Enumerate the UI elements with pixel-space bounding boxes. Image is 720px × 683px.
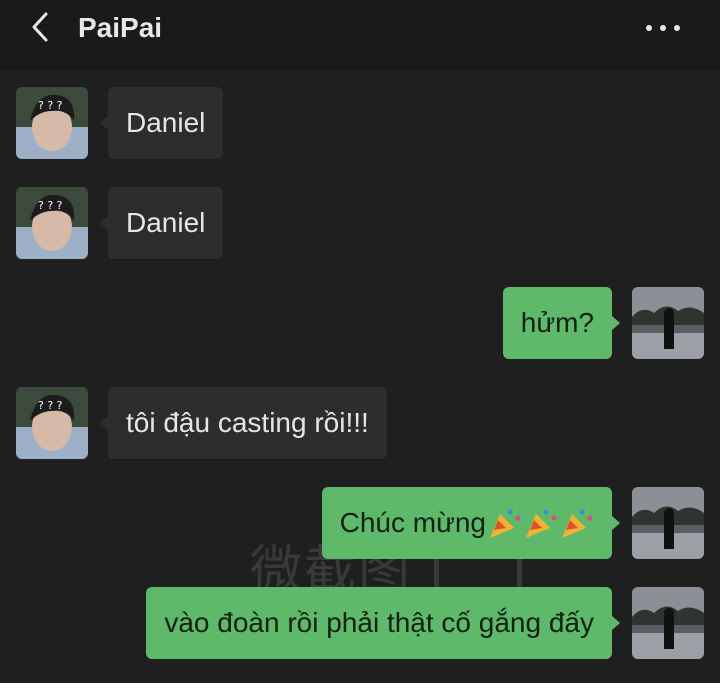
- my-avatar[interactable]: [632, 487, 704, 559]
- contact-avatar[interactable]: ? ? ?: [16, 187, 88, 259]
- party-popper-icon: [526, 508, 557, 538]
- more-options-button[interactable]: [646, 24, 680, 32]
- message-bubble-outgoing[interactable]: vào đoàn rồi phải thật cố gắng đấy: [146, 587, 612, 659]
- my-avatar[interactable]: [632, 287, 704, 359]
- chevron-left-icon: [32, 12, 48, 42]
- chat-title: PaiPai: [78, 12, 163, 43]
- my-avatar[interactable]: [632, 587, 704, 659]
- message-bubble-outgoing[interactable]: hửm?: [502, 287, 612, 359]
- message-bubble-outgoing[interactable]: Chúc mừng: [321, 487, 612, 559]
- party-popper-icon: [490, 508, 521, 538]
- message-bubble-incoming[interactable]: Daniel: [108, 87, 224, 159]
- more-dots-icon: [646, 25, 652, 31]
- back-button[interactable]: [26, 12, 56, 42]
- svg-text:? ? ?: ? ? ?: [38, 399, 63, 412]
- message-text: Chúc mừng: [339, 507, 486, 538]
- chat-header: PaiPai: [0, 0, 720, 69]
- svg-text:? ? ?: ? ? ?: [38, 199, 63, 212]
- contact-avatar[interactable]: ? ? ?: [16, 387, 88, 459]
- message-bubble-incoming[interactable]: Daniel: [108, 187, 224, 259]
- party-popper-icon: [562, 508, 593, 538]
- message-bubble-incoming[interactable]: tôi đậu casting rồi!!!: [108, 387, 387, 459]
- svg-text:? ? ?: ? ? ?: [38, 99, 63, 112]
- contact-avatar[interactable]: ? ? ?: [16, 87, 88, 159]
